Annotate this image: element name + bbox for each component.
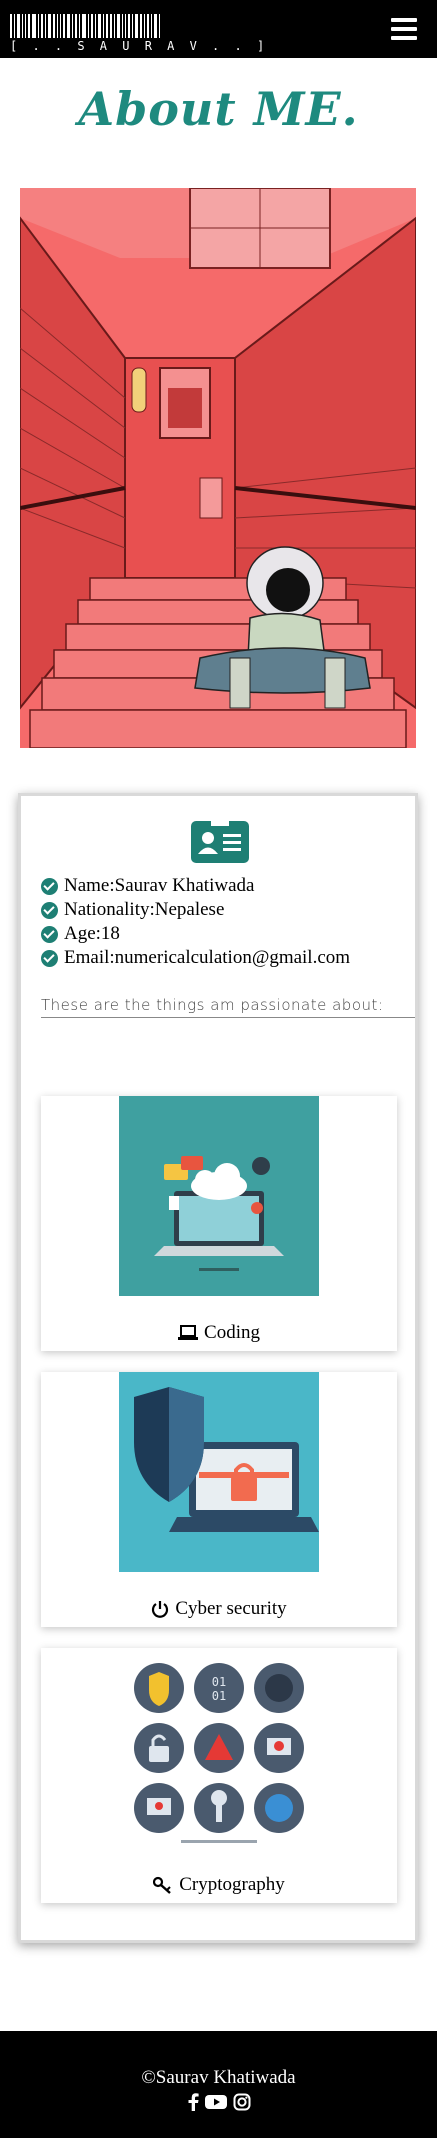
hero-illustration — [20, 188, 416, 748]
copyright-text: ©Saurav Khatiwada — [141, 2067, 296, 2088]
fact-text: Name:Saurav Khatiwada — [64, 875, 255, 896]
facebook-icon[interactable] — [187, 2093, 199, 2116]
fact-text: Nationality:Nepalese — [64, 899, 225, 920]
logo-text: [ . . S A U R A V . . ] — [10, 39, 269, 53]
check-circle-icon — [41, 901, 58, 919]
fact-text: Age:18 — [64, 923, 120, 944]
page-footer: ©Saurav Khatiwada — [0, 2031, 437, 2138]
fact-email: Email:numericalculation@gmail.com — [41, 946, 411, 970]
check-circle-icon — [41, 877, 58, 895]
personal-facts-list: Name:Saurav Khatiwada Nationality:Nepale… — [41, 874, 411, 970]
fact-name: Name:Saurav Khatiwada — [41, 874, 411, 898]
skill-label: Coding — [204, 1322, 260, 1343]
skill-caption-coding: Coding — [41, 1322, 397, 1344]
svg-text:01: 01 — [212, 1675, 226, 1689]
skill-label: Cyber security — [175, 1598, 287, 1619]
power-icon — [152, 1601, 169, 1618]
about-card: Name:Saurav Khatiwada Nationality:Nepale… — [18, 793, 418, 1943]
instagram-icon[interactable] — [233, 2093, 251, 2116]
passion-intro: These are the things am passionate about… — [41, 994, 415, 1018]
key-icon — [153, 1876, 172, 1894]
skill-label: Cryptography — [179, 1874, 285, 1895]
id-card-icon — [191, 821, 249, 863]
youtube-icon[interactable] — [204, 2093, 227, 2116]
page-title: About ME. — [78, 82, 359, 136]
check-circle-icon — [41, 949, 58, 967]
skill-caption-cryptography: Cryptography — [41, 1874, 397, 1896]
fact-nationality: Nationality:Nepalese — [41, 898, 411, 922]
site-logo[interactable]: [ . . S A U R A V . . ] — [10, 14, 269, 54]
fact-text: Email:numericalculation@gmail.com — [64, 947, 351, 968]
hamburger-icon[interactable] — [391, 18, 417, 40]
social-links — [0, 2093, 437, 2116]
barcode-logo-graphic — [10, 14, 186, 38]
fact-age: Age:18 — [41, 922, 411, 946]
skill-card-cryptography[interactable]: 01 01 Cryptography — [41, 1648, 397, 1903]
skill-caption-cyber-security: Cyber security — [41, 1598, 397, 1620]
cyber-security-illustration — [119, 1372, 319, 1572]
check-circle-icon — [41, 925, 58, 943]
top-navigation-bar: [ . . S A U R A V . . ] — [0, 0, 437, 58]
coding-illustration — [119, 1096, 319, 1296]
svg-text:01: 01 — [212, 1689, 226, 1703]
laptop-icon — [178, 1325, 199, 1340]
skill-card-coding[interactable]: Coding — [41, 1096, 397, 1351]
cryptography-illustration: 01 01 — [119, 1648, 319, 1848]
skill-card-cyber-security[interactable]: Cyber security — [41, 1372, 397, 1627]
